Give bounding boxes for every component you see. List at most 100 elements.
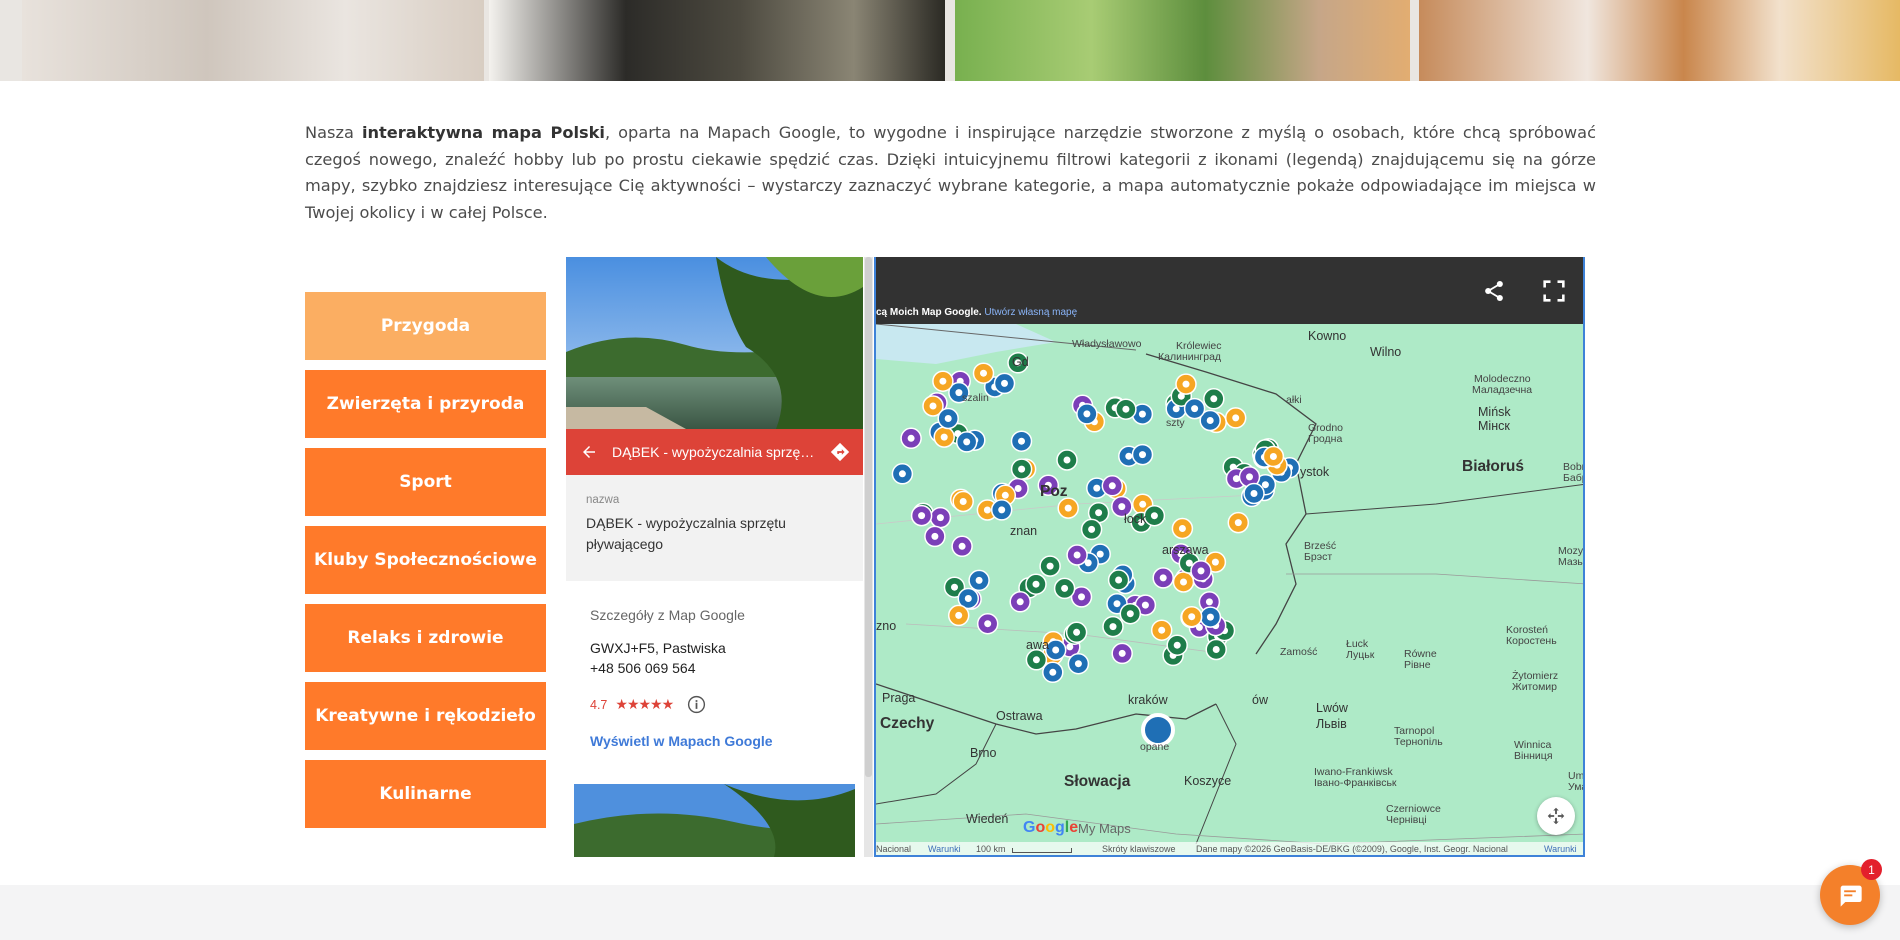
map-label: Władysławowo [1072,338,1142,350]
place-photo-thumbnail[interactable] [574,784,855,857]
place-phone[interactable]: +48 506 069 564 [590,660,850,676]
map-label: awa [1026,638,1049,652]
map-marker[interactable] [1115,398,1137,420]
map-label: Чернівці [1386,814,1427,826]
map-marker[interactable] [1227,511,1250,534]
map-canvas[interactable]: Kowno Wilno Królewiec Калининград Władys… [876,324,1583,855]
map-marker[interactable] [1190,560,1212,582]
map-marker[interactable] [932,370,954,392]
map-marker[interactable] [891,463,914,485]
map-label: Zamość [1280,646,1318,658]
map-marker[interactable] [1262,445,1285,468]
category-relaks-i-zdrowie[interactable]: Relaks i zdrowie [305,604,546,672]
map-marker[interactable] [937,407,959,430]
map-marker[interactable] [1180,605,1203,628]
map-label: Гродна [1308,433,1343,445]
category-przygoda[interactable]: Przygoda [305,292,546,360]
map-marker[interactable] [1066,544,1088,566]
map-marker[interactable] [955,431,978,453]
map-marker[interactable] [1076,403,1098,425]
map-marker[interactable] [1042,661,1064,684]
map-marker[interactable] [1067,652,1090,675]
scrollbar-thumb[interactable] [865,257,872,777]
map-marker[interactable] [1224,407,1247,429]
map-marker[interactable] [1065,621,1088,644]
terms-link-left[interactable]: Warunki [928,844,961,854]
view-in-google-maps-link[interactable]: Wyświetl w Mapach Google [590,733,850,749]
map-marker[interactable] [1243,482,1265,505]
map-marker[interactable] [952,490,974,513]
map-marker[interactable] [1057,497,1079,519]
google-logo: Google [1023,819,1079,836]
map-marker[interactable] [933,426,955,448]
map-marker[interactable] [951,535,973,558]
map-marker[interactable] [1183,397,1206,420]
map-label: Коростень [1506,635,1557,647]
category-sport[interactable]: Sport [305,448,546,516]
map-pan-control[interactable] [1537,797,1575,835]
attribution-nacional: Nacional [876,844,912,854]
map-marker[interactable] [1056,449,1078,471]
terms-link-right[interactable]: Warunki [1544,844,1577,854]
category-zwierzeta-i-przyroda[interactable]: Zwierzęta i przyroda [305,370,546,438]
map-label: Мінск [1478,419,1510,433]
map-marker[interactable] [1102,615,1124,638]
chat-button[interactable]: 1 [1820,859,1882,925]
map-marker[interactable] [993,372,1016,395]
map-marker[interactable] [1025,573,1047,595]
place-header: DĄBEK - wypożyczalnia sprzętu pływająceg… [566,429,863,475]
map-marker[interactable] [1172,571,1195,593]
map-marker[interactable] [1150,619,1173,641]
map-marker[interactable] [1053,577,1076,600]
category-kreatywne-i-rekodzielo[interactable]: Kreatywne i rękodzieło [305,682,546,750]
map-marker[interactable] [1199,606,1222,628]
share-icon[interactable] [1480,277,1508,305]
intro-bold-phrase: interaktywna mapa Polski [361,123,605,142]
info-icon[interactable] [686,694,707,715]
keyboard-shortcuts-link[interactable]: Skróty klawiszowe [1102,844,1176,854]
map-marker[interactable] [1101,475,1124,497]
map-marker[interactable] [910,504,933,527]
map-marker[interactable] [1171,517,1194,540]
map-marker[interactable] [1166,634,1188,656]
map-marker[interactable] [1039,555,1061,577]
map-marker[interactable] [1152,567,1174,589]
map-marker[interactable] [947,604,970,627]
map-marker[interactable] [990,499,1013,521]
map-marker[interactable] [900,427,922,450]
map-marker[interactable] [1080,518,1103,541]
panel-scrollbar[interactable] [864,257,873,857]
map-marker[interactable] [924,525,946,548]
rating-row: 4.7 ★★★★★ [590,694,850,715]
map-marker[interactable] [1131,443,1154,466]
move-arrows-icon [1547,807,1565,825]
back-arrow-icon[interactable] [566,429,612,475]
map-marker[interactable] [1143,504,1166,527]
map-marker[interactable] [1010,430,1033,452]
map-marker[interactable] [1107,569,1130,591]
directions-icon[interactable] [817,429,863,475]
category-kluby-spolecznosciowe[interactable]: Kluby Społecznościowe [305,526,546,594]
place-title: DĄBEK - wypożyczalnia sprzętu pływająceg… [612,444,817,460]
map-marker[interactable] [1175,373,1197,395]
hero-photo-1 [22,0,484,81]
fullscreen-icon[interactable] [1540,277,1568,305]
map-marker[interactable] [1119,602,1142,625]
map-marker[interactable] [1111,642,1133,665]
map-marker[interactable] [976,612,999,635]
create-map-link[interactable]: Utwórz własną mapę [984,307,1077,318]
map-marker[interactable] [929,506,952,529]
map-marker[interactable] [972,362,995,384]
map-marker[interactable] [1010,458,1033,480]
map-marker[interactable] [1025,649,1048,671]
map-marker[interactable] [1205,638,1227,661]
map-marker[interactable] [1203,388,1225,410]
map-marker[interactable] [1009,591,1031,613]
google-my-map[interactable]: cą Moich Map Google. Utwórz własną mapę … [874,257,1585,857]
notification-badge: 1 [1861,859,1882,880]
place-address: GWXJ+F5, Pastwiska [590,640,726,656]
map-marker[interactable] [968,569,990,592]
map-label: Івано-Франківськ [1314,777,1397,789]
place-photo[interactable] [566,257,863,429]
category-kulinarne[interactable]: Kulinarne [305,760,546,828]
